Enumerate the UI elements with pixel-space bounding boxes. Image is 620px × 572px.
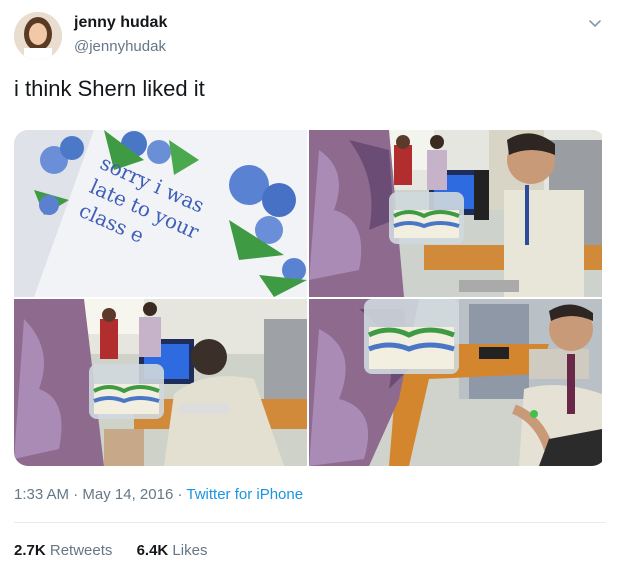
retweets-stat[interactable]: 2.7K Retweets	[14, 542, 112, 559]
tweet-client-link[interactable]: Twitter for iPhone	[186, 486, 303, 503]
media-grid: sorry i was late to your class e	[14, 130, 606, 466]
user-handle[interactable]: @jennyhudak	[74, 38, 166, 55]
tweet-meta: 1:33 AM · May 14, 2016 · Twitter for iPh…	[14, 486, 303, 503]
tweet-time[interactable]: 1:33 AM	[14, 486, 69, 503]
tweet-stats: 2.7K Retweets 6.4K Likes	[14, 542, 227, 559]
photo-teacher-smiling[interactable]	[309, 299, 602, 466]
meta-separator: ·	[69, 486, 83, 503]
photo-student-holding-cake[interactable]	[309, 130, 602, 297]
retweets-label: Retweets	[49, 542, 113, 559]
divider	[14, 522, 606, 523]
chevron-down-icon[interactable]	[588, 16, 602, 30]
tweet-text: i think Shern liked it	[14, 76, 205, 101]
tweet-date[interactable]: May 14, 2016	[82, 486, 173, 503]
meta-separator: ·	[173, 486, 187, 503]
likes-count: 6.4K	[136, 542, 169, 559]
photo-teacher-at-computer[interactable]	[14, 299, 307, 466]
avatar[interactable]	[14, 12, 62, 60]
display-name[interactable]: jenny hudak	[74, 14, 167, 32]
likes-stat[interactable]: 6.4K Likes	[137, 542, 208, 559]
retweets-count: 2.7K	[14, 542, 46, 559]
likes-label: Likes	[172, 542, 208, 559]
photo-cake-closeup[interactable]: sorry i was late to your class e	[14, 130, 307, 297]
